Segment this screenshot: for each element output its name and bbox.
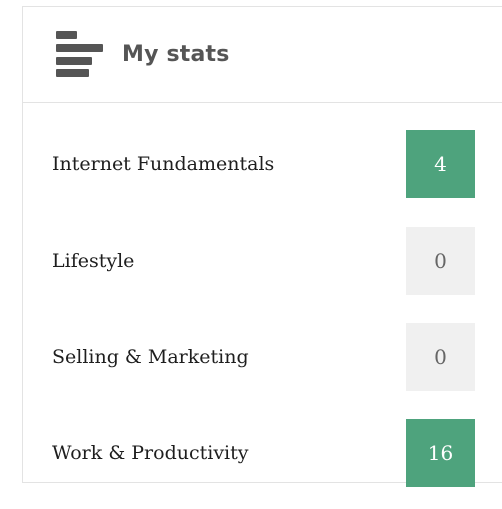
stat-count-badge: 0 (406, 323, 475, 391)
bar-chart-icon-bar-3 (56, 57, 92, 65)
stat-label: Work & Productivity (52, 442, 249, 464)
bar-chart-icon-bar-4 (56, 69, 89, 77)
stat-row-lifestyle[interactable]: Lifestyle 0 (23, 227, 502, 295)
stat-count-badge: 4 (406, 130, 475, 198)
bar-chart-icon (56, 31, 104, 77)
stat-row-selling-marketing[interactable]: Selling & Marketing 0 (23, 323, 502, 391)
bar-chart-icon-bar-1 (56, 31, 77, 39)
stat-count-badge: 0 (406, 227, 475, 295)
stat-label: Lifestyle (52, 250, 135, 272)
panel-title: My stats (122, 42, 230, 67)
my-stats-panel: My stats Internet Fundamentals 4 Lifesty… (22, 6, 502, 487)
stat-label: Selling & Marketing (52, 346, 249, 368)
stat-count-badge: 16 (406, 419, 475, 487)
stat-row-work-productivity[interactable]: Work & Productivity 16 (23, 419, 502, 487)
bar-chart-icon-bar-2 (56, 44, 103, 52)
stat-label: Internet Fundamentals (52, 153, 275, 175)
stat-row-internet-fundamentals[interactable]: Internet Fundamentals 4 (23, 130, 502, 198)
panel-header: My stats (23, 7, 502, 103)
